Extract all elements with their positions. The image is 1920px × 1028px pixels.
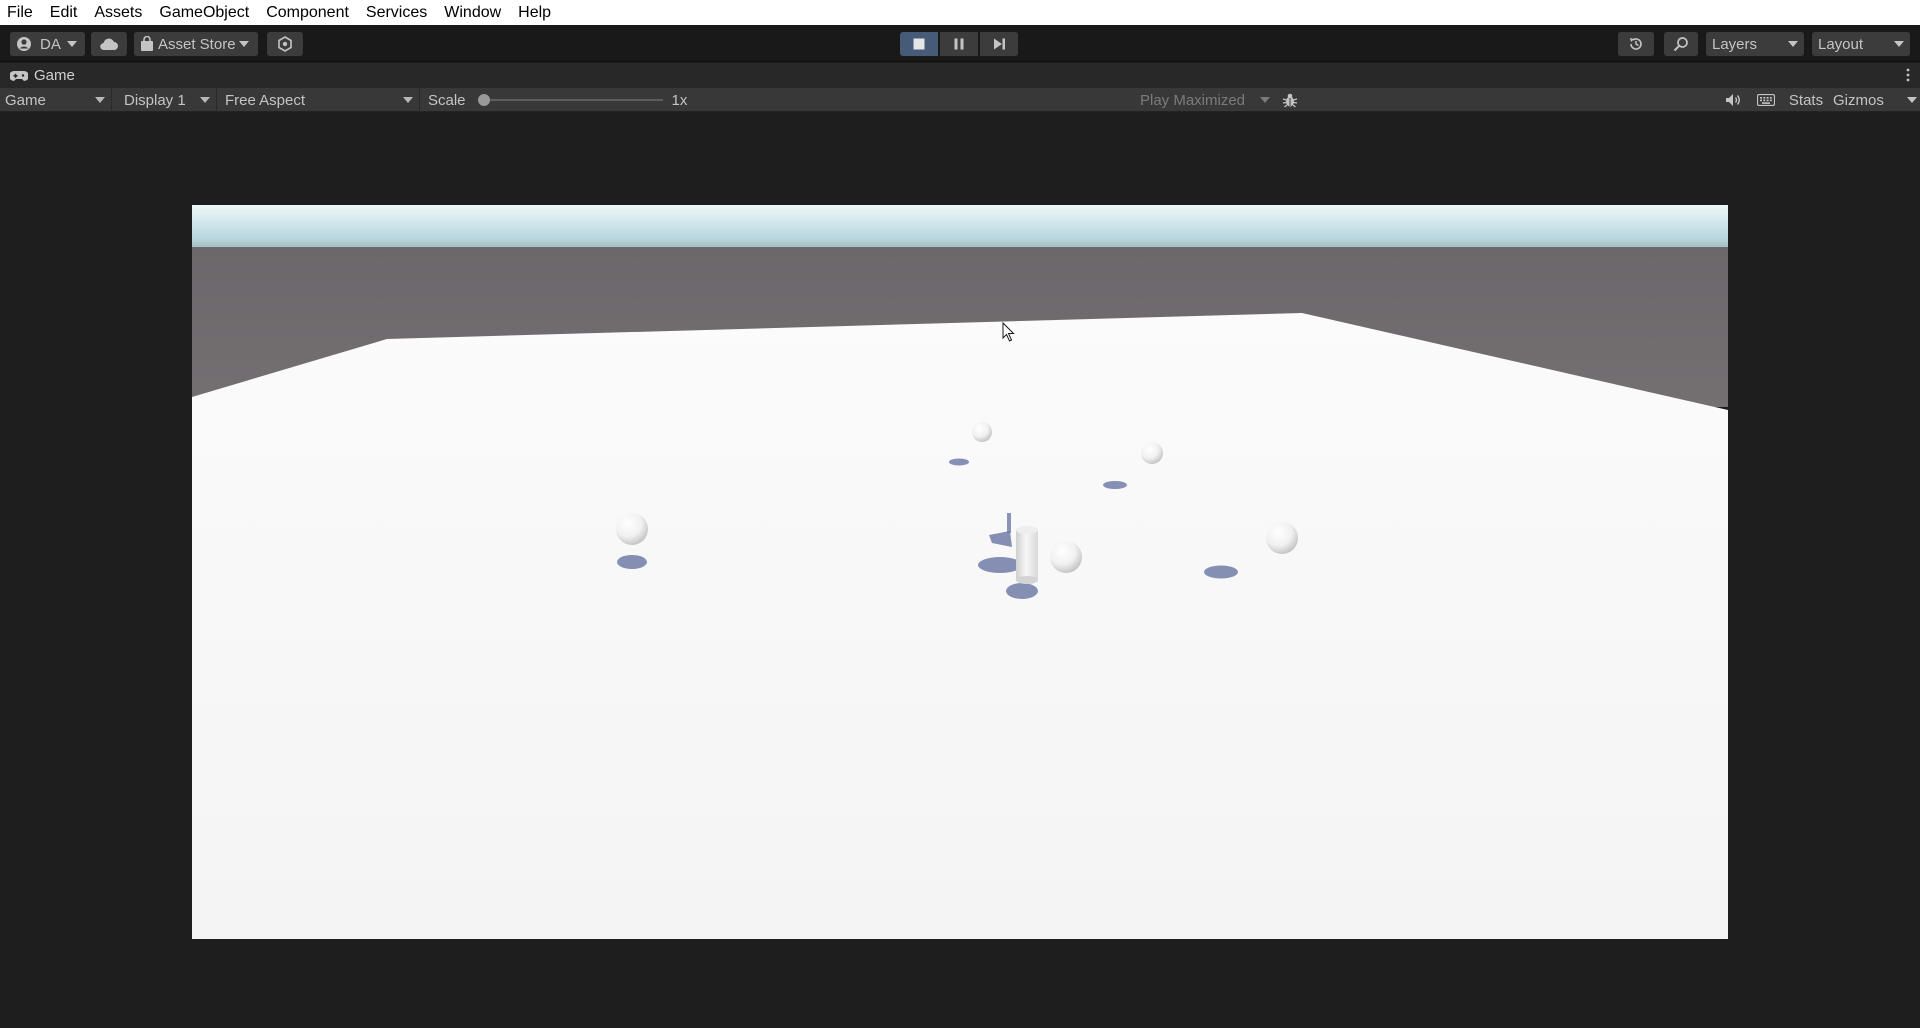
account-icon (17, 37, 31, 51)
chevron-down-icon (403, 97, 413, 103)
chevron-down-icon (1894, 41, 1904, 47)
stop-button[interactable] (900, 32, 938, 56)
display-dropdown[interactable]: Display 1 (119, 88, 217, 112)
search-icon (1673, 37, 1688, 52)
bug-icon (1282, 93, 1298, 108)
play-controls (900, 32, 1018, 56)
scale-slider[interactable] (477, 94, 663, 106)
keyboard-icon (1757, 94, 1775, 106)
menu-services[interactable]: Services (359, 0, 437, 25)
history-icon (1630, 38, 1642, 50)
cloud-icon (100, 38, 118, 51)
asset-store-label: Asset Store (158, 35, 236, 53)
gizmos-dropdown[interactable]: Gizmos (1833, 88, 1917, 112)
menu-component[interactable]: Component (259, 0, 359, 25)
menu-bar: File Edit Assets GameObject Component Se… (0, 0, 1920, 25)
collab-button[interactable] (267, 32, 303, 56)
tab-game[interactable]: Game (0, 63, 82, 88)
layout-label: Layout (1818, 35, 1864, 53)
chevron-down-icon (95, 97, 105, 103)
stats-button[interactable]: Stats (1786, 88, 1826, 112)
layers-label: Layers (1712, 35, 1758, 53)
gizmos-label: Gizmos (1833, 91, 1884, 109)
layout-dropdown[interactable]: Layout (1812, 32, 1910, 56)
menu-assets[interactable]: Assets (87, 0, 152, 25)
chevron-down-icon (66, 41, 77, 47)
speaker-icon (1726, 94, 1740, 106)
scale-label: Scale (428, 91, 466, 109)
hexagon-icon (278, 36, 292, 52)
gamepad-icon (10, 70, 28, 81)
layers-dropdown[interactable]: Layers (1706, 32, 1804, 56)
game-render[interactable] (192, 205, 1728, 939)
chevron-down-icon (238, 41, 249, 47)
bug-button[interactable] (1279, 88, 1301, 112)
scale-slider-track (477, 99, 663, 101)
step-button[interactable] (980, 32, 1018, 56)
cloud-button[interactable] (91, 32, 127, 56)
stop-icon (913, 38, 925, 50)
pause-button[interactable] (940, 32, 978, 56)
account-dropdown[interactable]: DA (10, 32, 85, 56)
stats-label: Stats (1788, 91, 1824, 109)
chevron-down-icon (1260, 97, 1270, 103)
play-mode-label: Play Maximized (1140, 91, 1246, 109)
display-label: Display 1 (124, 91, 186, 109)
view-mode-label: Game (5, 91, 46, 109)
asset-store-dropdown[interactable]: Asset Store (134, 32, 258, 56)
floor-plane (192, 313, 1728, 939)
chevron-down-icon (1907, 97, 1917, 103)
play-mode-dropdown[interactable]: Play Maximized (1140, 88, 1270, 112)
aspect-dropdown[interactable]: Free Aspect (220, 88, 420, 112)
search-button[interactable] (1664, 32, 1698, 56)
menu-help[interactable]: Help (511, 0, 561, 25)
scene-render (192, 205, 1728, 939)
menu-edit[interactable]: Edit (43, 0, 88, 25)
pause-icon (954, 38, 964, 50)
scale-control: Scale 1x (428, 88, 708, 112)
main-toolbar: DA Asset Store Layers Layout (0, 25, 1920, 62)
tab-game-label: Game (34, 67, 75, 84)
shopping-bag-icon (141, 36, 153, 51)
scale-slider-thumb[interactable] (477, 94, 490, 106)
view-mode-dropdown[interactable]: Game (0, 88, 112, 112)
panel-tab-bar: Game (0, 63, 1920, 88)
menu-gameobject[interactable]: GameObject (152, 0, 259, 25)
game-view-toolbar: Game Display 1 Free Aspect Scale 1x Play… (0, 88, 1920, 112)
history-button[interactable] (1618, 32, 1654, 56)
menu-file[interactable]: File (0, 0, 43, 25)
more-options-icon[interactable] (1906, 67, 1910, 83)
menu-window[interactable]: Window (437, 0, 511, 25)
chevron-down-icon (200, 97, 210, 103)
chevron-down-icon (1788, 41, 1798, 47)
keyboard-button[interactable] (1755, 88, 1777, 112)
audio-mute-button[interactable] (1722, 88, 1744, 112)
aspect-label: Free Aspect (225, 91, 306, 109)
step-icon (993, 38, 1005, 50)
scale-value: 1x (671, 91, 688, 109)
account-label: DA (40, 35, 61, 53)
